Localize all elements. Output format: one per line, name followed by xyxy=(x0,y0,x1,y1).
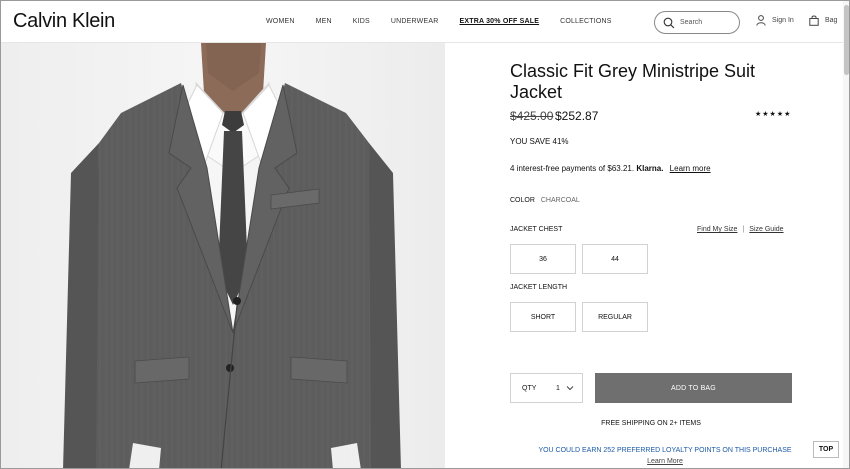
color-row: COLOR CHARCOAL xyxy=(510,197,580,204)
page-frame: Calvin Klein WOMEN MEN KIDS UNDERWEAR EX… xyxy=(0,0,850,469)
length-option-regular[interactable]: REGULAR xyxy=(582,302,648,332)
chevron-down-icon xyxy=(566,386,574,391)
scrollbar-thumb[interactable] xyxy=(844,5,849,75)
brand-logo[interactable]: Calvin Klein xyxy=(13,10,115,33)
jacket-length-label: JACKET LENGTH xyxy=(510,284,568,291)
bag-link[interactable]: Bag xyxy=(809,15,837,26)
klarna-learn-more-link[interactable]: Learn more xyxy=(670,164,711,173)
product-title: Classic Fit Grey Ministripe Suit Jacket xyxy=(510,61,756,102)
free-shipping-text: FREE SHIPPING ON 2+ ITEMS xyxy=(601,420,701,427)
main-nav: WOMEN MEN KIDS UNDERWEAR EXTRA 30% OFF S… xyxy=(266,18,633,25)
you-save-text: YOU SAVE 41% xyxy=(510,137,569,146)
size-links: Find My Size | Size Guide xyxy=(697,226,784,233)
nav-women[interactable]: WOMEN xyxy=(266,18,295,25)
user-icon xyxy=(756,15,766,26)
nav-men[interactable]: MEN xyxy=(316,18,332,25)
nav-sale[interactable]: EXTRA 30% OFF SALE xyxy=(459,18,539,25)
size-link-separator: | xyxy=(742,226,745,233)
loyalty-message: YOU COULD EARN 252 PREFERRED LOYALTY POI… xyxy=(510,445,820,467)
add-to-bag-button[interactable]: ADD TO BAG xyxy=(595,373,792,403)
search-placeholder: Search xyxy=(680,19,703,26)
sign-in-link[interactable]: Sign In xyxy=(756,15,794,26)
sign-in-label: Sign In xyxy=(772,17,794,24)
klarna-brand: Klarna. xyxy=(636,164,664,173)
nav-kids[interactable]: KIDS xyxy=(353,18,370,25)
suit-jacket-illustration xyxy=(1,43,445,468)
original-price: $425.00 xyxy=(510,109,554,123)
chest-option-44[interactable]: 44 xyxy=(582,244,648,274)
product-image[interactable] xyxy=(1,43,445,468)
length-option-short[interactable]: SHORT xyxy=(510,302,576,332)
chest-option-36[interactable]: 36 xyxy=(510,244,576,274)
size-guide-link[interactable]: Size Guide xyxy=(749,226,783,233)
bag-label: Bag xyxy=(825,17,838,24)
nav-underwear[interactable]: UNDERWEAR xyxy=(391,18,439,25)
quantity-select[interactable]: QTY 1 xyxy=(510,373,583,403)
nav-collections[interactable]: COLLECTIONS xyxy=(560,18,612,25)
jacket-chest-label: JACKET CHEST xyxy=(510,226,563,233)
loyalty-learn-more-link[interactable]: Learn More xyxy=(510,456,820,467)
search-icon xyxy=(663,17,675,29)
qty-label: QTY xyxy=(522,385,537,392)
find-my-size-link[interactable]: Find My Size xyxy=(697,226,737,233)
color-label: COLOR xyxy=(510,197,535,204)
rating-stars[interactable]: ★★★★★ xyxy=(755,110,791,118)
klarna-message: 4 interest-free payments of $63.21. Klar… xyxy=(510,164,711,173)
back-to-top-button[interactable]: TOP xyxy=(813,441,839,458)
qty-value: 1 xyxy=(556,385,560,392)
loyalty-text: YOU COULD EARN 252 PREFERRED LOYALTY POI… xyxy=(538,447,792,454)
site-header: Calvin Klein WOMEN MEN KIDS UNDERWEAR EX… xyxy=(1,1,849,43)
klarna-text: 4 interest-free payments of $63.21. xyxy=(510,164,635,173)
sale-price: $252.87 xyxy=(555,109,599,123)
bag-icon xyxy=(809,15,819,26)
color-value: CHARCOAL xyxy=(540,197,580,204)
search-box[interactable]: Search xyxy=(654,11,740,34)
